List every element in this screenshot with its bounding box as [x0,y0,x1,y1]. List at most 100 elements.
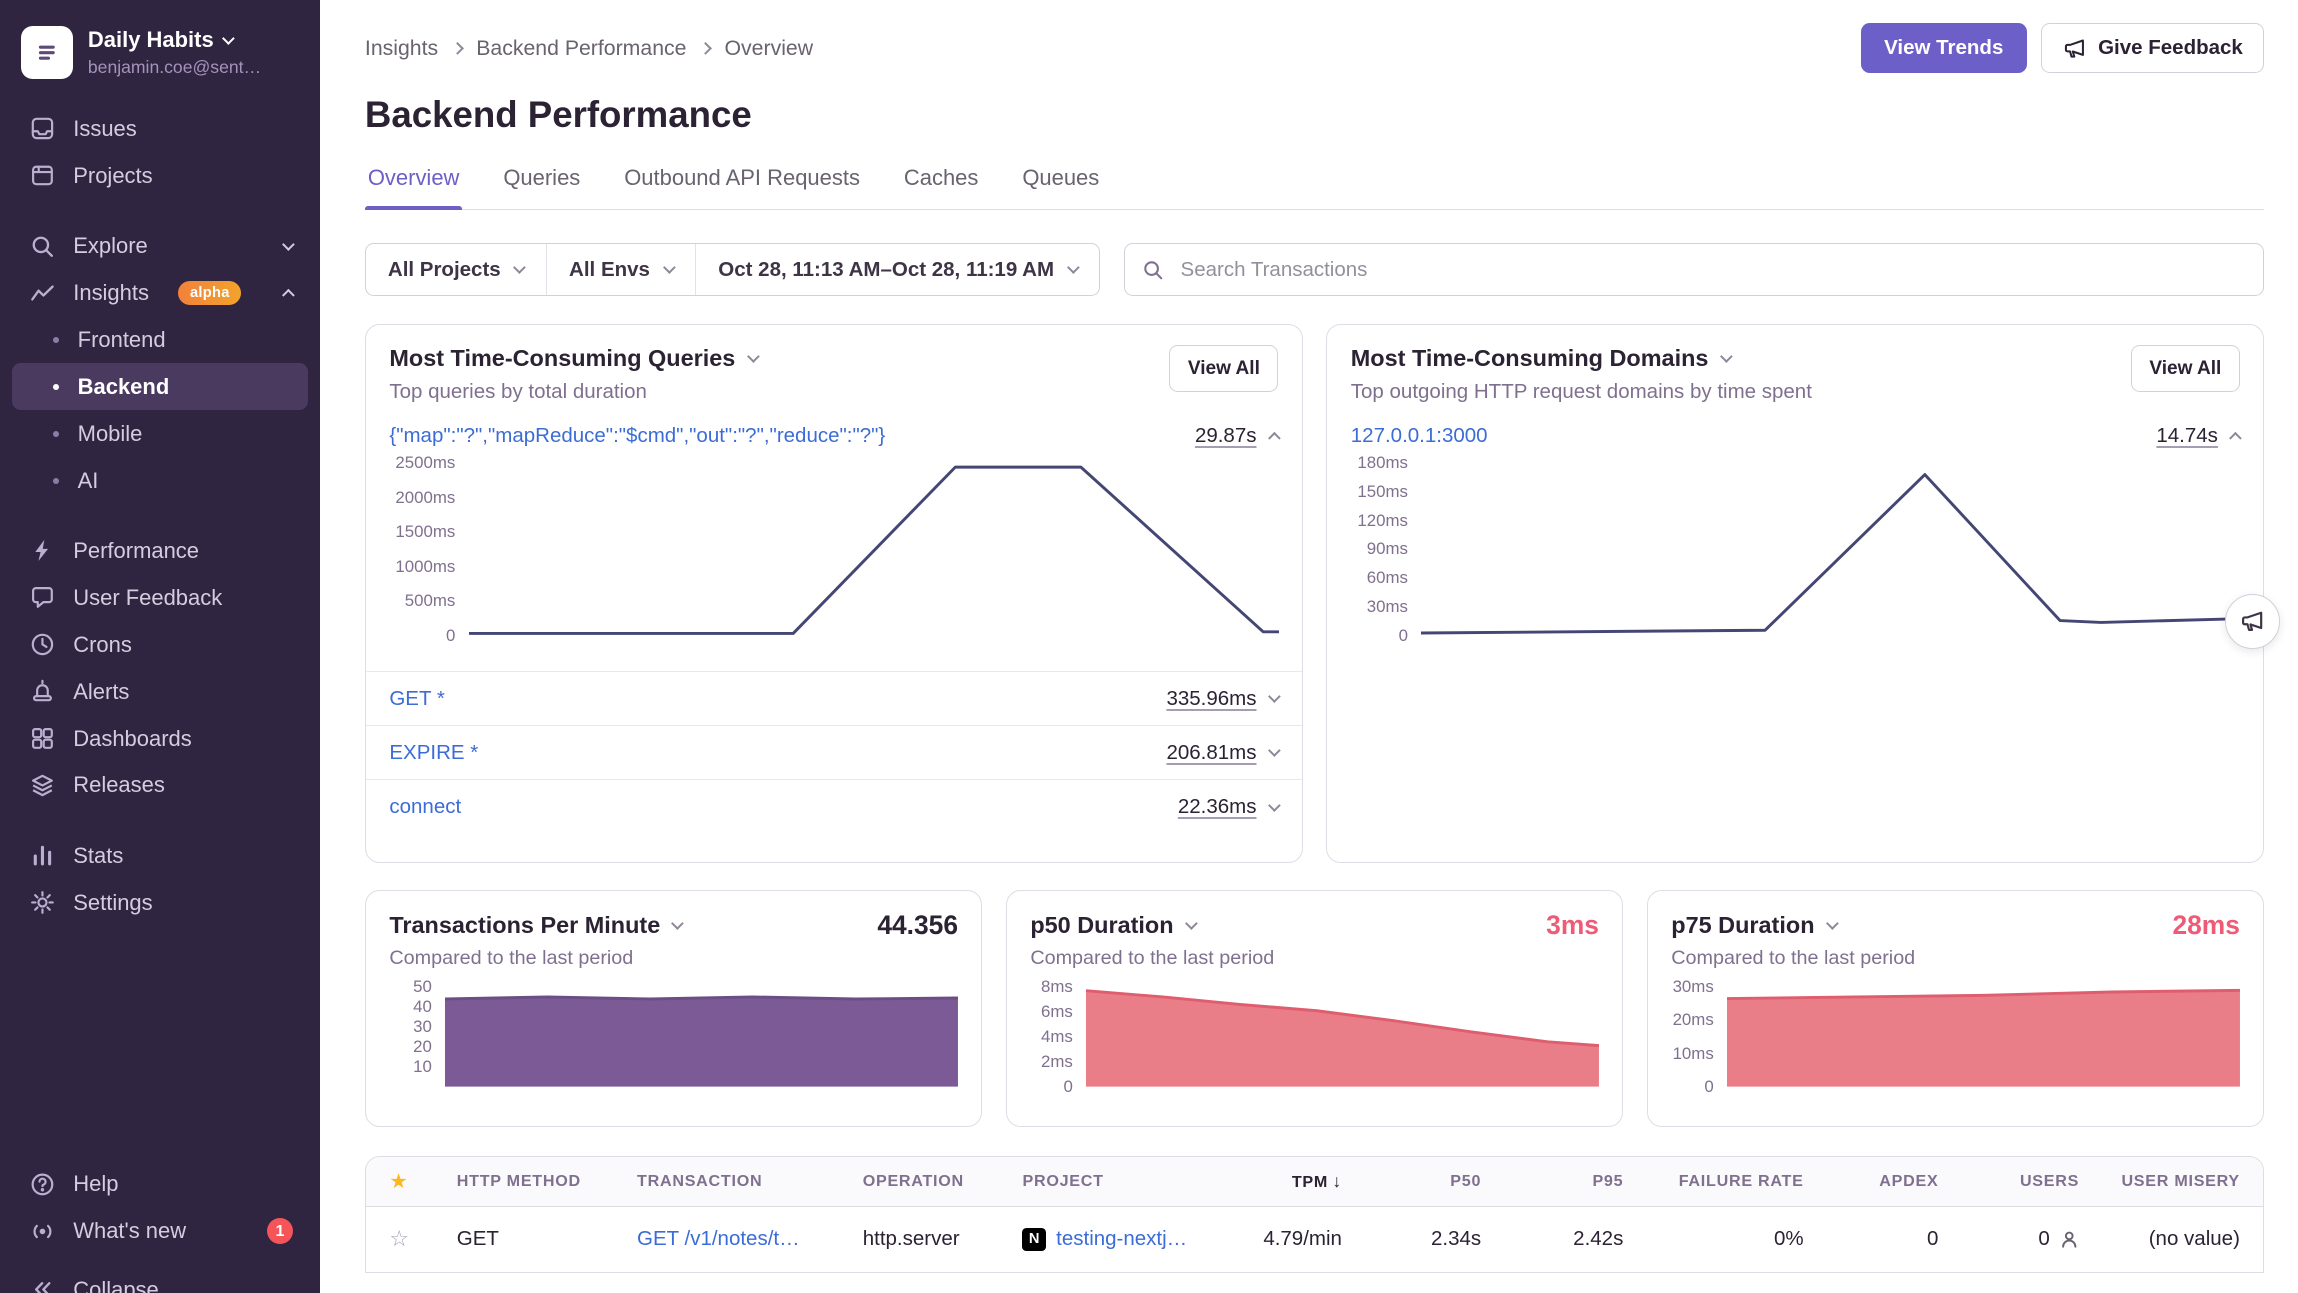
org-avatar [21,26,74,79]
metric-title[interactable]: p75 Duration [1671,912,1836,939]
transaction-link[interactable]: GET /v1/notes/t… [637,1227,800,1250]
metric-title[interactable]: Transactions Per Minute [389,912,682,939]
search-bar[interactable] [1124,243,2264,296]
org-switcher[interactable]: Daily Habits benjamin.coe@sent… [0,21,320,85]
breadcrumb-item-overview[interactable]: Overview [725,36,814,61]
breadcrumb-item-backend-performance[interactable]: Backend Performance [476,36,686,61]
tab-overview[interactable]: Overview [365,165,462,209]
tab-queues[interactable]: Queues [1019,165,1102,209]
sidebar-item-stats[interactable]: Stats [0,832,320,879]
sidebar-item-alerts[interactable]: Alerts [0,668,320,715]
sidebar-item-mobile[interactable]: Mobile [12,410,308,457]
query-link[interactable]: GET * [389,687,444,711]
sidebar-item-help[interactable]: Help [0,1161,320,1208]
siren-icon [29,678,55,704]
column-header-failure-rate[interactable]: FAILURE RATE [1623,1172,1803,1191]
sidebar-item-releases[interactable]: Releases [0,762,320,809]
y-axis: 180ms 150ms 120ms 90ms 60ms 30ms 0 [1351,463,1421,636]
domains-duration-chart [1421,463,2240,636]
column-header-p50[interactable]: P50 [1342,1172,1481,1191]
sidebar-collapse-button[interactable]: Collapse [0,1263,320,1292]
view-all-domains-button[interactable]: View All [2131,345,2240,392]
issues-icon [29,116,55,142]
breadcrumb-item-insights[interactable]: Insights [365,36,438,61]
grid-icon [29,725,55,751]
tpm-cell: 4.79/min [1195,1227,1342,1251]
chevron-down-icon[interactable] [1268,799,1280,811]
sidebar-item-whats-new[interactable]: What's new 1 [0,1208,320,1255]
domains-panel-title[interactable]: Most Time-Consuming Domains [1351,345,1812,372]
view-all-queries-button[interactable]: View All [1169,345,1278,392]
p75-duration-card: p75 Duration 28ms Compared to the last p… [1647,890,2265,1127]
sidebar-item-user-feedback[interactable]: User Feedback [0,574,320,621]
sidebar-item-label: Stats [73,843,123,869]
sidebar-item-issues[interactable]: Issues [0,106,320,153]
clock-icon [29,632,55,658]
query-link[interactable]: EXPIRE * [389,741,478,765]
column-header-user-misery[interactable]: USER MISERY [2079,1172,2240,1191]
chevron-down-icon[interactable] [1268,690,1280,702]
column-header-apdex[interactable]: APDEX [1804,1172,1939,1191]
query-link[interactable]: {"map":"?","mapReduce":"$cmd","out":"?",… [389,424,885,448]
search-icon [1142,259,1164,281]
tpm-area-chart [445,987,958,1087]
y-axis-tick: 6ms [1041,1002,1073,1022]
column-header-operation[interactable]: OPERATION [863,1172,1023,1191]
chevron-up-icon[interactable] [2229,432,2241,444]
chevron-down-icon [1720,351,1732,363]
search-input[interactable] [1178,256,2246,283]
view-trends-button[interactable]: View Trends [1861,23,2027,73]
chevron-down-icon [663,261,675,273]
queries-panel-title[interactable]: Most Time-Consuming Queries [389,345,757,372]
sidebar-item-dashboards[interactable]: Dashboards [0,715,320,762]
sidebar-item-explore[interactable]: Explore [0,223,320,270]
y-axis-tick: 10ms [1673,1044,1714,1064]
give-feedback-button[interactable]: Give Feedback [2041,23,2264,73]
tab-caches[interactable]: Caches [901,165,981,209]
column-header-p95[interactable]: P95 [1481,1172,1623,1191]
p50-area-chart [1086,987,1599,1087]
sidebar-item-projects[interactable]: Projects [0,152,320,199]
tab-outbound-api-requests[interactable]: Outbound API Requests [621,165,863,209]
tab-queries[interactable]: Queries [500,165,583,209]
project-link[interactable]: testing-nextj… [1056,1227,1187,1251]
feedback-widget-button[interactable] [2225,594,2281,650]
y-axis-tick: 120ms [1357,511,1408,531]
column-header-tpm[interactable]: TPM↓ [1195,1171,1342,1192]
sidebar-item-settings[interactable]: Settings [0,879,320,926]
sidebar-item-insights[interactable]: Insights alpha [0,270,320,317]
sidebar-item-performance[interactable]: Performance [0,528,320,575]
collapse-icon [29,1277,55,1293]
column-header-favorite[interactable]: ★ [389,1169,456,1194]
column-header-users[interactable]: USERS [1938,1172,2079,1191]
bullet-icon [53,431,59,437]
y-axis: 8ms 6ms 4ms 2ms 0 [1030,987,1086,1087]
sidebar-item-ai[interactable]: AI [12,457,308,504]
sidebar-item-crons[interactable]: Crons [0,621,320,668]
column-header-http-method[interactable]: HTTP METHOD [457,1172,637,1191]
megaphone-icon [2063,37,2086,60]
projects-icon [29,163,55,189]
project-filter[interactable]: All Projects [366,244,546,295]
http-method-cell: GET [457,1227,637,1251]
y-axis-tick: 90ms [1367,539,1408,559]
metric-title[interactable]: p50 Duration [1030,912,1195,939]
notification-badge: 1 [267,1218,293,1244]
column-header-transaction[interactable]: TRANSACTION [637,1172,863,1191]
column-header-project[interactable]: PROJECT [1022,1172,1195,1191]
most-time-consuming-domains-panel: Most Time-Consuming Domains Top outgoing… [1326,324,2264,863]
favorite-star-icon[interactable]: ☆ [389,1226,409,1251]
sidebar-item-backend[interactable]: Backend [12,363,308,410]
metric-value: 44.356 [877,910,958,941]
sidebar-item-frontend[interactable]: Frontend [12,317,308,364]
y-axis-tick: 0 [1399,626,1408,646]
p50-cell: 2.34s [1342,1227,1481,1251]
environment-filter[interactable]: All Envs [546,244,695,295]
domain-link[interactable]: 127.0.0.1:3000 [1351,424,1488,448]
query-link[interactable]: connect [389,795,461,819]
sidebar-item-label: Mobile [78,421,143,447]
chevron-down-icon[interactable] [1268,744,1280,756]
date-range-filter[interactable]: Oct 28, 11:13 AM–Oct 28, 11:19 AM [695,244,1099,295]
gear-icon [29,889,55,915]
chevron-up-icon[interactable] [1268,432,1280,444]
